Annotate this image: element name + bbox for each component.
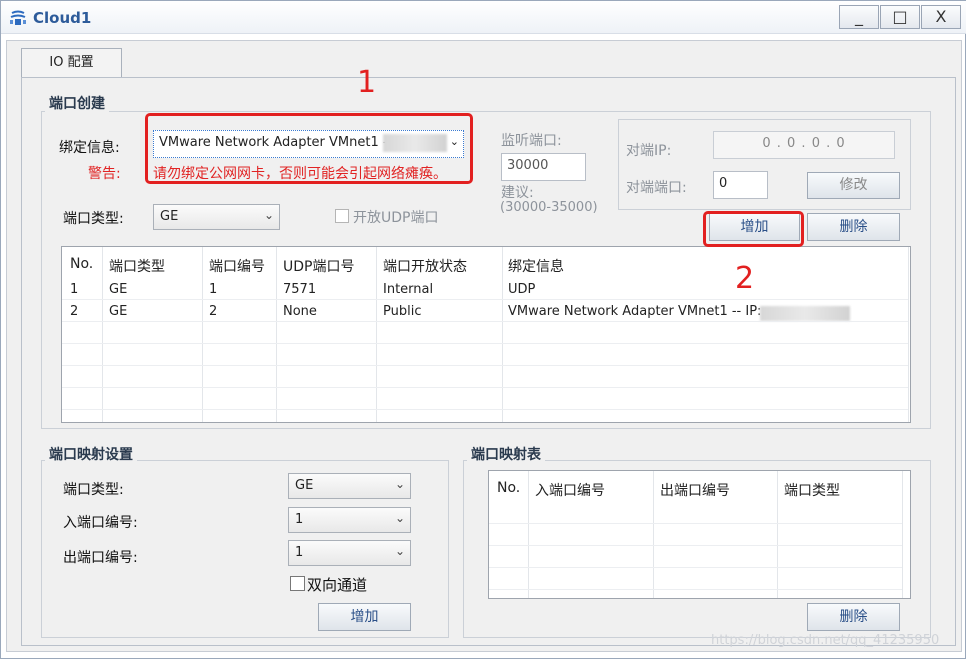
title-bar[interactable]: Cloud1 _ □ X	[1, 1, 966, 34]
table-row-2-udp[interactable]: None	[283, 304, 317, 319]
port-type-value: GE	[160, 209, 179, 224]
map-port-type-select[interactable]: GE ⌄	[288, 473, 411, 499]
table-row-1-status[interactable]: Internal	[383, 282, 433, 297]
in-port-select[interactable]: 1 ⌄	[288, 507, 411, 533]
annotation-box-1	[145, 113, 473, 184]
minimize-button[interactable]: _	[839, 5, 879, 29]
table-row-2-bind[interactable]: VMware Network Adapter VMnet1 -- IP:	[508, 304, 761, 319]
map-col-header-in-port[interactable]: 入端口编号	[535, 480, 605, 500]
cloud-app-icon	[10, 10, 26, 25]
chevron-down-icon: ⌄	[394, 477, 405, 491]
warning-label: 警告:	[88, 166, 121, 182]
port-mapping-settings-title: 端口映射设置	[45, 444, 137, 464]
chevron-down-icon: ⌄	[394, 544, 405, 558]
col-header-port-type[interactable]: 端口类型	[109, 256, 165, 276]
watermark: https://blog.csdn.net/qq_41235950	[711, 633, 940, 648]
open-udp-label: 开放UDP端口	[353, 210, 439, 226]
peer-ip-input[interactable]: 0 . 0 . 0 . 0	[713, 131, 895, 159]
map-col-header-no[interactable]: No.	[497, 480, 520, 496]
delete-port-button[interactable]: 删除	[807, 213, 900, 241]
port-type-label: 端口类型:	[63, 211, 124, 227]
table-row-2-number[interactable]: 2	[209, 304, 217, 319]
add-mapping-button[interactable]: 增加	[318, 603, 411, 631]
suggest-label: 建议:	[501, 185, 534, 201]
delete-mapping-button[interactable]: 删除	[807, 603, 900, 631]
annotation-box-2	[703, 211, 804, 247]
table-row-2-type[interactable]: GE	[109, 304, 127, 319]
open-udp-checkbox[interactable]	[335, 209, 349, 223]
tab-io-config[interactable]: IO 配置	[21, 48, 122, 78]
table-row-1-no[interactable]: 1	[70, 282, 78, 297]
port-table[interactable]: No. 端口类型 端口编号 UDP端口号 端口开放状态 绑定信息 1 GE 1 …	[61, 246, 911, 423]
map-col-header-out-port[interactable]: 出端口编号	[660, 480, 730, 500]
peer-port-input[interactable]: 0	[713, 171, 768, 199]
table-row-2-no[interactable]: 2	[70, 304, 78, 319]
port-create-title: 端口创建	[45, 93, 109, 113]
table-row-2-status[interactable]: Public	[383, 304, 421, 319]
mapping-table[interactable]: No. 入端口编号 出端口编号 端口类型	[488, 470, 911, 599]
table-row-1-type[interactable]: GE	[109, 282, 127, 297]
map-port-type-label: 端口类型:	[63, 482, 124, 498]
table-row-1-number[interactable]: 1	[209, 282, 217, 297]
map-col-header-port-type[interactable]: 端口类型	[784, 480, 840, 500]
col-header-open-status[interactable]: 端口开放状态	[383, 256, 467, 276]
peer-port-label: 对端端口:	[626, 180, 687, 196]
close-button[interactable]: X	[921, 5, 961, 29]
modify-button[interactable]: 修改	[807, 172, 900, 199]
bidirectional-checkbox[interactable]	[290, 576, 305, 591]
col-header-no[interactable]: No.	[70, 256, 93, 272]
map-port-type-value: GE	[295, 478, 314, 493]
listen-port-label: 监听端口:	[501, 133, 562, 149]
port-type-select[interactable]: GE ⌄	[153, 204, 280, 230]
peer-ip-label: 对端IP:	[626, 143, 672, 159]
chevron-down-icon: ⌄	[263, 208, 274, 222]
annotation-number-2: 2	[735, 261, 755, 296]
suggest-range: (30000-35000)	[500, 200, 598, 215]
bind-info-label: 绑定信息:	[59, 140, 120, 156]
annotation-number-1: 1	[357, 65, 377, 100]
window-title: Cloud1	[33, 9, 92, 27]
bidirectional-label: 双向通道	[307, 576, 368, 594]
chevron-down-icon: ⌄	[394, 511, 405, 525]
col-header-port-number[interactable]: 端口编号	[209, 256, 265, 276]
in-port-label: 入端口编号:	[63, 515, 138, 531]
maximize-button[interactable]: □	[880, 5, 920, 29]
redacted-ip-row	[760, 306, 850, 321]
col-header-bind-info[interactable]: 绑定信息	[508, 256, 564, 276]
in-port-value: 1	[295, 512, 304, 527]
table-row-1-udp[interactable]: 7571	[283, 282, 316, 297]
table-row-1-bind[interactable]: UDP	[508, 282, 535, 297]
out-port-label: 出端口编号:	[63, 550, 138, 566]
port-mapping-table-title: 端口映射表	[467, 444, 545, 464]
out-port-select[interactable]: 1 ⌄	[288, 540, 411, 566]
listen-port-input[interactable]: 30000	[501, 153, 586, 181]
out-port-value: 1	[295, 545, 304, 560]
col-header-udp-port[interactable]: UDP端口号	[283, 256, 354, 276]
cloud1-window: Cloud1 _ □ X IO 配置 端口创建 绑定信息: VMware Net…	[0, 0, 966, 659]
